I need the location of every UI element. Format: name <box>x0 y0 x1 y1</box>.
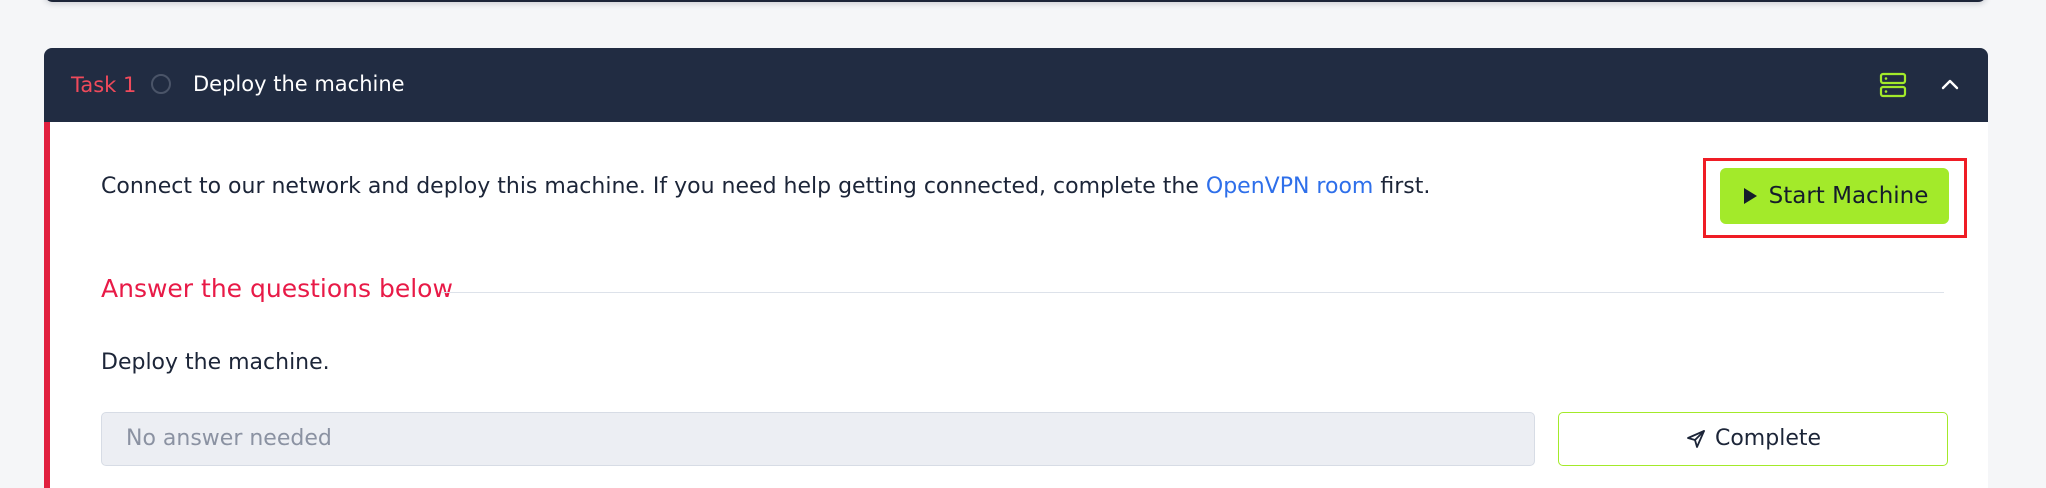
openvpn-room-link[interactable]: OpenVPN room <box>1206 174 1373 199</box>
task-title: Deploy the machine <box>193 72 405 96</box>
intro-text-before-link: Connect to our network and deploy this m… <box>101 174 1206 199</box>
task-header[interactable]: Task 1 Deploy the machine <box>44 48 1988 122</box>
question-text: Deploy the machine. <box>101 350 330 375</box>
previous-card-bottom <box>44 0 1987 2</box>
play-icon <box>1743 188 1757 204</box>
questions-divider <box>441 292 1944 293</box>
complete-label: Complete <box>1714 426 1822 451</box>
task-card: Task 1 Deploy the machine Connect to our… <box>44 48 1988 488</box>
questions-heading: Answer the questions below <box>101 274 453 303</box>
start-machine-label: Start Machine <box>1768 183 1929 209</box>
complete-button[interactable]: Complete <box>1558 412 1948 466</box>
task-body: Connect to our network and deploy this m… <box>44 122 1988 488</box>
circle-status-icon <box>151 74 171 94</box>
task-intro-text: Connect to our network and deploy this m… <box>101 172 1430 202</box>
answer-input[interactable]: No answer needed <box>101 412 1535 466</box>
start-machine-button[interactable]: Start Machine <box>1720 168 1949 224</box>
task-number-label: Task 1 <box>71 73 137 97</box>
send-icon <box>1687 430 1705 448</box>
chevron-up-icon[interactable] <box>1937 72 1963 98</box>
server-icon[interactable] <box>1878 70 1908 100</box>
intro-text-after-link: first. <box>1373 174 1431 199</box>
